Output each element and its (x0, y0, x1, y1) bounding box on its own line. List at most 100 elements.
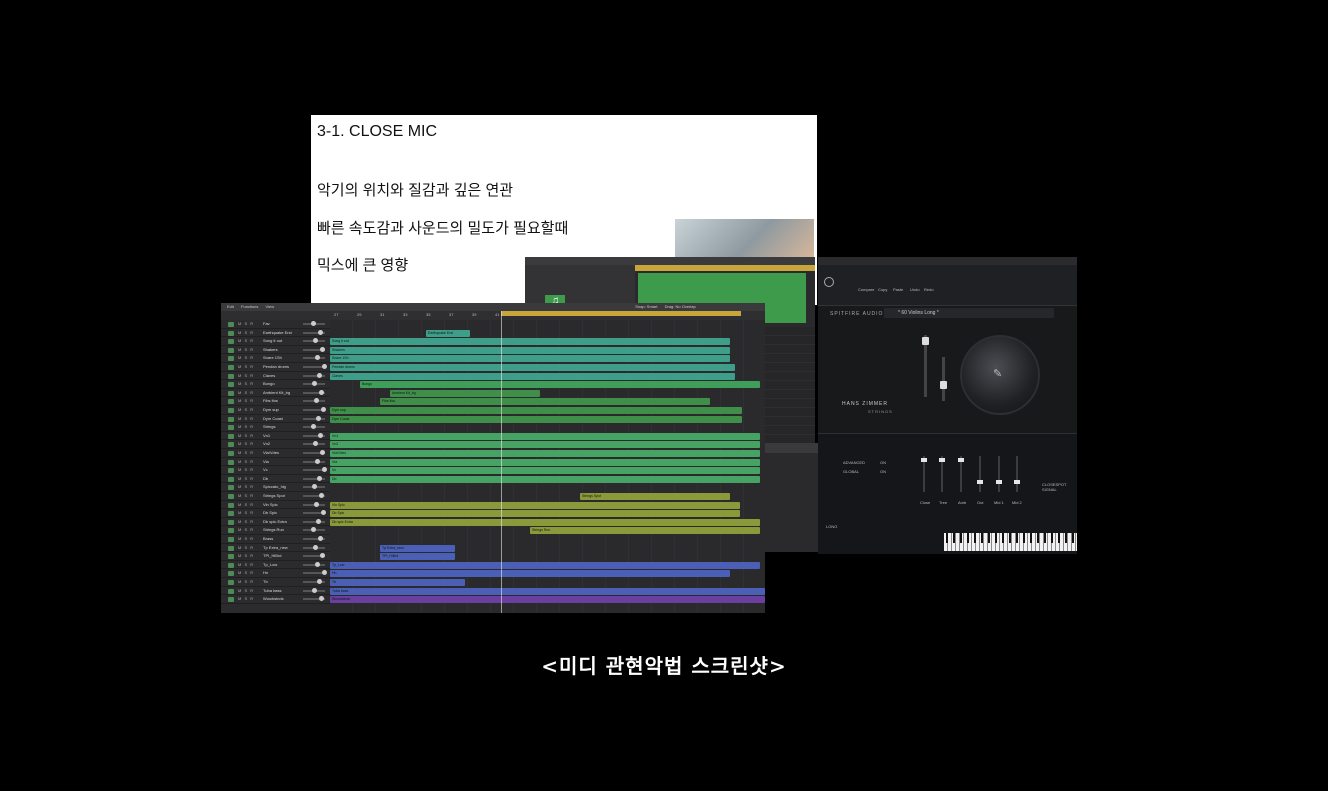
mute-solo-record-buttons[interactable]: M S R (238, 398, 254, 403)
midi-region[interactable]: Vn2 (330, 441, 760, 449)
track-name[interactable]: Fibs lfos (263, 398, 303, 403)
mute-solo-record-buttons[interactable]: M S R (238, 338, 254, 343)
midi-region[interactable]: Dym sup (330, 407, 742, 414)
volume-slider[interactable] (303, 432, 325, 438)
drag-selector[interactable]: Drag: No Overlap (665, 304, 696, 309)
mute-solo-record-buttons[interactable]: M S R (238, 416, 254, 421)
volume-slider[interactable] (303, 570, 327, 576)
midi-region[interactable]: Dym Coast (330, 415, 742, 423)
volume-slider[interactable] (303, 407, 326, 412)
global-toggle[interactable]: ON (880, 469, 886, 474)
volume-slider[interactable] (303, 510, 326, 516)
track-name[interactable]: Tp Extra_new (263, 545, 303, 550)
plugin-tab-compare[interactable]: Compare (858, 287, 874, 292)
arrange-area[interactable]: Earthquake Erst Song it out Shakers Snare 1… (330, 320, 765, 613)
mute-solo-record-buttons[interactable]: M S R (238, 347, 254, 352)
track-name[interactable]: Strings Run (263, 527, 303, 532)
midi-region[interactable]: Snare 1Sh (330, 355, 730, 363)
mic-fader-out[interactable] (977, 456, 983, 492)
volume-slider[interactable] (303, 398, 325, 404)
volume-slider[interactable] (303, 364, 327, 369)
mic-fader-tree[interactable] (939, 456, 945, 492)
volume-slider[interactable] (303, 321, 325, 326)
volume-slider[interactable] (303, 544, 325, 550)
midi-region[interactable]: Vla (330, 458, 760, 466)
track-header[interactable]: M S R Db Spic (221, 509, 330, 518)
mute-solo-record-buttons[interactable]: M S R (238, 510, 254, 515)
midi-region[interactable]: Vc (330, 467, 760, 475)
midi-region[interactable]: Tp_Low (330, 561, 760, 569)
plugin-tab-undo[interactable]: Undo (910, 287, 920, 292)
snap-selector[interactable]: Snap: Smart (635, 304, 657, 309)
track-name[interactable]: Ambient Kit_bg (263, 390, 303, 395)
midi-region[interactable]: Bongo (360, 381, 760, 389)
mic-fader-mid1[interactable] (996, 456, 1002, 492)
track-name[interactable]: Claves (263, 373, 303, 378)
volume-slider[interactable] (303, 424, 325, 430)
volume-slider[interactable] (303, 389, 325, 395)
track-header[interactable]: M S R Pendan drums (221, 363, 330, 372)
mic-fader-amb[interactable] (958, 456, 964, 492)
track-header[interactable]: M S R Vln Spic (221, 501, 330, 510)
volume-slider[interactable] (303, 467, 327, 473)
midi-region[interactable]: Vla/Vdes (330, 450, 760, 457)
mute-solo-record-buttons[interactable]: M S R (238, 519, 254, 524)
volume-slider[interactable] (303, 329, 325, 335)
volume-slider[interactable] (303, 536, 325, 541)
midi-region[interactable]: Hn (330, 570, 730, 578)
track-header[interactable]: M S R Fav (221, 320, 330, 329)
menu-view[interactable]: View (266, 304, 275, 309)
mute-solo-record-buttons[interactable]: M S R (238, 390, 254, 395)
mute-solo-record-buttons[interactable]: M S R (238, 364, 254, 369)
menu-functions[interactable]: Functions (241, 304, 258, 309)
track-name[interactable]: Spiccato_hig (263, 484, 303, 489)
track-name[interactable]: Vla/Vdes (263, 450, 303, 455)
track-header[interactable]: M S R Bongo (221, 380, 330, 389)
track-name[interactable]: Tb (263, 579, 303, 584)
track-header[interactable]: M S R Woodwinds (221, 595, 330, 604)
track-name[interactable]: Pendan drums (263, 364, 303, 369)
track-header[interactable]: M S R Strings Spot (221, 492, 330, 501)
track-header[interactable]: M S R Earthquake Erst (221, 329, 330, 338)
midi-region[interactable]: Earthquake Erst (426, 329, 470, 337)
mute-solo-record-buttons[interactable]: M S R (238, 330, 254, 335)
midi-region[interactable]: Pendan drums (330, 364, 735, 371)
track-name[interactable]: Woodwinds (263, 596, 303, 601)
mic-fader-mid2[interactable] (1014, 456, 1020, 492)
track-name[interactable]: Dym sup (263, 407, 303, 412)
track-name[interactable]: Earthquake Erst (263, 330, 303, 335)
track-header[interactable]: M S R Ambient Kit_bg (221, 389, 330, 398)
volume-slider[interactable] (303, 579, 325, 584)
mute-solo-record-buttons[interactable]: M S R (238, 433, 254, 438)
midi-region[interactable]: Tuba bass (330, 587, 765, 595)
track-header[interactable]: M S R Strings Run (221, 526, 330, 535)
track-name[interactable]: Shakers (263, 347, 303, 352)
mute-solo-record-buttons[interactable]: M S R (238, 484, 254, 489)
plugin-tab-redo[interactable]: Redo (924, 287, 934, 292)
mute-solo-record-buttons[interactable]: M S R (238, 373, 254, 378)
midi-region[interactable]: Db Spic (330, 510, 740, 518)
track-header[interactable]: M S R Tp_Low (221, 561, 330, 570)
midi-region[interactable]: TPI_HiBrd (380, 553, 455, 561)
track-header[interactable]: M S R Strings (221, 423, 330, 432)
mute-solo-record-buttons[interactable]: M S R (238, 467, 254, 472)
main-dial-knob[interactable]: ✎ (960, 335, 1040, 415)
midi-region[interactable]: Strings Run (530, 527, 760, 535)
midi-region[interactable]: Song it out (330, 338, 730, 346)
volume-slider[interactable] (303, 553, 325, 559)
volume-slider[interactable] (303, 484, 325, 490)
volume-slider[interactable] (303, 372, 325, 378)
mute-solo-record-buttons[interactable]: M S R (238, 459, 254, 464)
mute-solo-record-buttons[interactable]: M S R (238, 579, 254, 584)
track-header[interactable]: M S R Vn1 (221, 432, 330, 441)
power-icon[interactable] (824, 277, 834, 287)
volume-slider[interactable] (303, 415, 325, 421)
midi-region[interactable]: Tp Extra_new (380, 544, 455, 552)
track-header[interactable]: M S R Tuba bass (221, 587, 330, 596)
volume-slider[interactable] (303, 338, 325, 344)
track-header[interactable]: M S R Vla/Vdes (221, 449, 330, 458)
mute-solo-record-buttons[interactable]: M S R (238, 355, 254, 360)
mute-solo-record-buttons[interactable]: M S R (238, 536, 254, 541)
mute-solo-record-buttons[interactable]: M S R (238, 321, 254, 326)
track-name[interactable]: Db (263, 476, 303, 481)
